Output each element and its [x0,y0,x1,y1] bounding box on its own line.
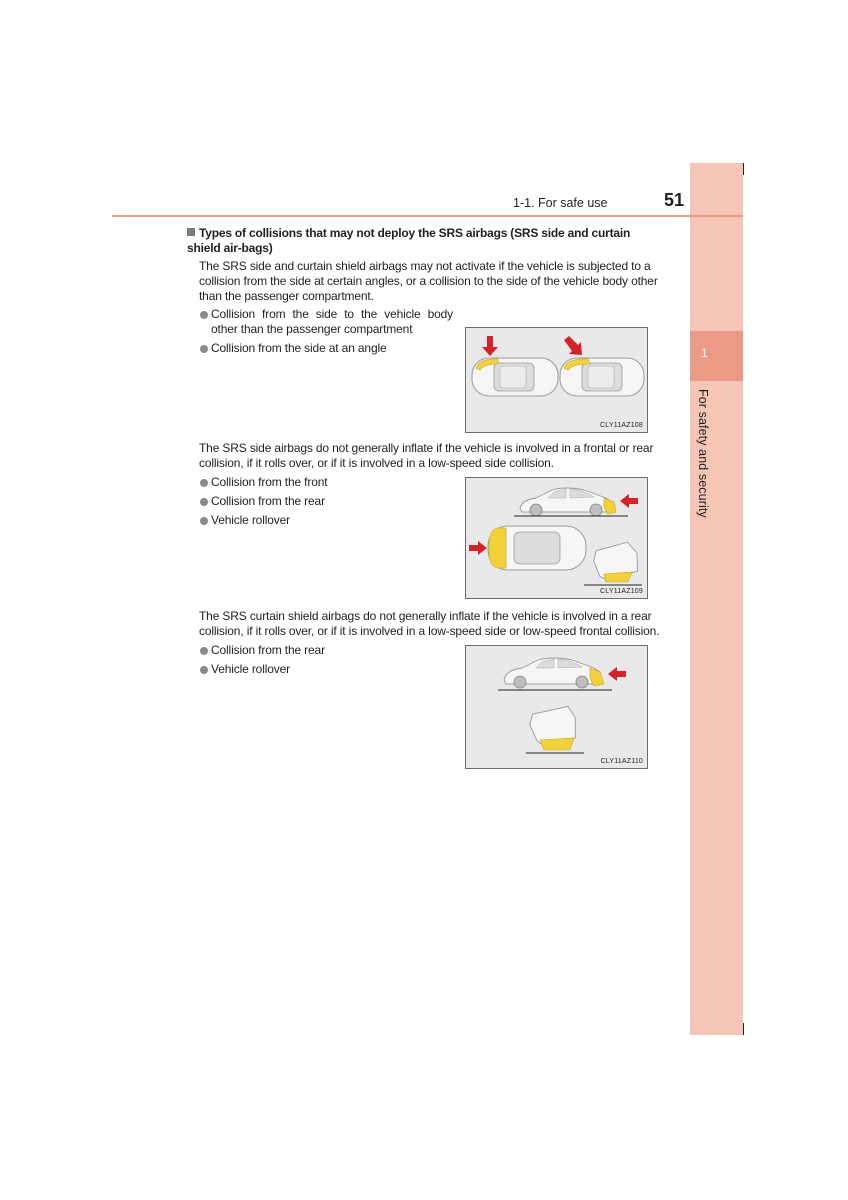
header-rule [112,215,743,217]
header-section-title: 1-1. For safe use [513,196,608,210]
impact-arrow-icon [564,336,582,355]
impact-arrow-icon [482,336,498,356]
list-item: Vehicle rollover [199,513,327,528]
chapter-tab[interactable]: 1 [690,331,743,381]
list-item: Collision from the rear [199,643,325,658]
crop-mark-top [743,163,744,175]
bullet-list-1: Collision from the side to the vehicle b… [199,307,453,360]
chapter-sidebar: 1 For safety and security [690,163,743,1035]
list-item: Vehicle rollover [199,662,325,677]
chapter-number: 1 [701,346,708,360]
rollover-car-icon [526,705,584,754]
car-top-view-icon [559,357,645,397]
figure-code: CLY11AZ110 [600,758,643,765]
list-item: Collision from the side at an angle [199,341,453,356]
rear-rollover-illustration [498,657,626,754]
figure-rear-rollover: CLY11AZ110 [465,645,648,769]
car-top-view-icon [487,525,587,571]
page-number: 51 [664,190,685,210]
square-bullet-icon [187,228,195,236]
paragraph-curtain-airbags: The SRS curtain shield airbags do not ge… [199,609,660,638]
car-top-view-icon [471,357,559,397]
figure-code: CLY11AZ109 [600,588,643,595]
section-heading: Types of collisions that may not deploy … [187,226,663,256]
figure-code: CLY11AZ108 [600,422,643,429]
car-side-view-icon [498,657,612,691]
paragraph-side-airbags: The SRS side airbags do not generally in… [199,441,654,470]
car-side-view-icon [514,487,628,517]
impact-arrow-icon [608,667,626,681]
bullet-list-3: Collision from the rear Vehicle rollover [199,643,325,681]
side-collision-illustration [471,336,645,397]
list-item: Collision from the rear [199,494,327,509]
list-item: Collision from the front [199,475,328,490]
rollover-car-icon [584,541,642,586]
bullet-list-2: Collision from the front Collision from … [199,475,328,532]
impact-arrow-icon [469,541,487,555]
chapter-title: For safety and security [696,389,710,518]
crop-mark-bottom [743,1023,744,1035]
figure-front-rear-rollover: CLY11AZ109 [465,477,648,599]
figure-side-collision: CLY11AZ108 [465,327,648,433]
front-rear-rollover-illustration [469,487,642,586]
paragraph-side-curtain: The SRS side and curtain shield airbags … [199,259,658,303]
impact-arrow-icon [620,494,638,508]
section-heading-text: Types of collisions that may not deploy … [187,226,631,255]
list-item: Collision from the side to the vehicle b… [199,307,453,337]
